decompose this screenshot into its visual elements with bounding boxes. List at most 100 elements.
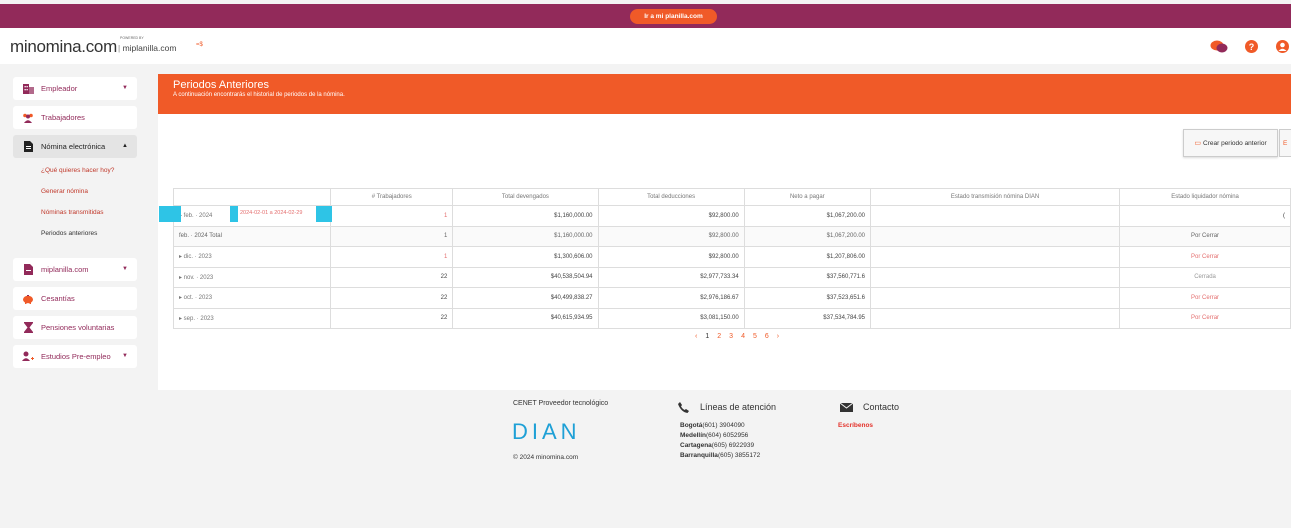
liquidador-status-cell[interactable]: Por Cerrar — [1119, 225, 1291, 247]
dian-logo: DIAN — [512, 420, 581, 442]
devengados-cell: $1,160,000.00 — [452, 205, 599, 227]
support-lines-title: Líneas de atención — [700, 402, 777, 412]
deducciones-cell: $2,977,733.34 — [598, 266, 745, 288]
table-row[interactable]: ▸ dic. · 2023 1 $1,300,606.00 $92,800.00… — [172, 246, 1291, 268]
building-icon — [22, 83, 34, 95]
liquidador-status-cell: ( — [1119, 205, 1291, 227]
table-row[interactable]: ▸ oct. · 2023 22 $40,499,838.27 $2,976,1… — [172, 287, 1291, 309]
export-button[interactable]: E — [1279, 129, 1291, 157]
sidebar-item-label: Nómina electrónica — [41, 142, 106, 151]
submenu-item-generar-nomina[interactable]: Generar nómina — [13, 185, 137, 206]
next-page-button[interactable]: › — [777, 333, 779, 340]
create-previous-period-label: Crear periodo anterior — [1203, 139, 1267, 147]
column-header[interactable]: # Trabajadores — [330, 188, 454, 206]
column-header[interactable]: Neto a pagar — [743, 188, 872, 206]
dian-status-cell — [870, 307, 1121, 329]
devengados-cell: $40,499,838.27 — [452, 287, 599, 309]
neto-cell: $37,534,784.95 — [744, 307, 872, 329]
page-number[interactable]: 2 — [717, 333, 721, 340]
sidebar-item-nomina-electronica[interactable]: Nómina electrónica ▲ — [13, 135, 137, 158]
liquidador-status-cell: Cerrada — [1119, 266, 1291, 288]
sidebar-item-estudios-pre-empleo[interactable]: Estudios Pre-empleo ▼ — [13, 345, 137, 368]
page-number-current[interactable]: 1 — [705, 333, 709, 340]
piggy-bank-icon — [22, 293, 34, 305]
deducciones-cell: $92,800.00 — [598, 225, 745, 247]
deducciones-cell: $92,800.00 — [598, 205, 745, 227]
prev-page-button[interactable]: ‹ — [695, 333, 697, 340]
top-bar: Ir a mi planilla.com — [0, 4, 1291, 28]
sidebar-item-label: Pensiones voluntarias — [41, 323, 115, 332]
period-cell[interactable]: ▸ dic. · 2023 — [172, 246, 332, 268]
go-to-miplanilla-button[interactable]: Ir a mi planilla.com — [630, 9, 717, 24]
person-plus-icon — [22, 351, 34, 363]
devengados-cell: $40,538,504.94 — [452, 266, 599, 288]
sidebar-item-pensiones-voluntarias[interactable]: Pensiones voluntarias — [13, 316, 137, 339]
workers-cell: 22 — [330, 266, 454, 288]
export-label: E — [1283, 139, 1288, 147]
support-line: Barranquilla(605) 3855172 — [680, 452, 761, 459]
period-cell[interactable]: ▸ oct. · 2023 — [172, 287, 332, 309]
submenu-item-periodos-anteriores[interactable]: Periodos anteriores — [13, 227, 137, 248]
submenu-item-nominas-transmitidas[interactable]: Nóminas transmitidas — [13, 206, 137, 227]
dian-status-cell — [870, 205, 1121, 227]
minomina-logo[interactable]: minomina.com — [10, 37, 117, 57]
page-number[interactable]: 4 — [741, 333, 745, 340]
periods-table: # Trabajadores Total devengados Total de… — [172, 188, 1291, 329]
caret-down-icon: ▼ — [122, 85, 128, 91]
svg-text:DIAN: DIAN — [512, 420, 581, 442]
write-us-link[interactable]: Escríbenos — [838, 422, 873, 429]
sidebar-item-label: Cesantías — [41, 294, 75, 303]
page-number[interactable]: 5 — [753, 333, 757, 340]
liquidador-status-cell[interactable]: Por Cerrar — [1119, 307, 1291, 329]
page-subtitle: A continuación encontrarás el historial … — [173, 92, 345, 98]
envelope-icon — [840, 403, 853, 412]
table-row: feb. · 2024 Total 1 $1,160,000.00 $92,80… — [172, 225, 1291, 247]
dian-status-cell — [870, 225, 1121, 247]
sidebar-item-cesantias[interactable]: Cesantías — [13, 287, 137, 310]
liquidador-status-cell[interactable]: Por Cerrar — [1119, 287, 1291, 309]
pagination: ‹ 1 2 3 4 5 6 › — [695, 333, 779, 340]
table-row[interactable]: ▸ feb. · 2024 1 $1,160,000.00 $92,800.00… — [172, 205, 1291, 227]
caret-up-icon: ▲ — [122, 143, 128, 149]
column-header[interactable]: Estado liquidador nómina — [1119, 188, 1291, 206]
page-title: Periodos Anteriores — [173, 79, 269, 91]
sidebar-item-miplanilla[interactable]: miplanilla.com ▼ — [13, 258, 137, 281]
period-date-range: 2024-02-01 a 2024-02-29 — [240, 210, 303, 216]
column-header[interactable]: Total devengados — [452, 188, 599, 206]
page-number[interactable]: 3 — [729, 333, 733, 340]
column-header[interactable]: Total deducciones — [597, 188, 745, 206]
support-line: Bogotá(601) 3904090 — [680, 422, 745, 429]
workers-cell: 1 — [330, 205, 454, 227]
caret-down-icon: ▼ — [122, 266, 128, 272]
powered-by-label: POWERED BY — [120, 36, 144, 40]
user-account-icon[interactable] — [1276, 40, 1289, 53]
sidebar-item-empleador[interactable]: Empleador ▼ — [13, 77, 137, 100]
liquidador-status-cell[interactable]: Por Cerrar — [1119, 246, 1291, 268]
table-row[interactable]: ▸ sep. · 2023 22 $40,615,934.95 $3,081,1… — [172, 307, 1291, 329]
column-header[interactable]: Estado transmisión nómina DIAN — [869, 188, 1121, 206]
selection-highlight — [316, 206, 332, 222]
header: minomina.com POWERED BY | miplanilla.com… — [0, 28, 1291, 64]
phone-icon — [678, 402, 689, 413]
sidebar-item-label: Empleador — [41, 84, 78, 93]
create-previous-period-button[interactable]: ▭ Crear periodo anterior — [1183, 129, 1278, 157]
period-cell[interactable]: ▸ sep. · 2023 — [172, 307, 332, 329]
table-row[interactable]: ▸ nov. · 2023 22 $40,538,504.94 $2,977,7… — [172, 266, 1291, 288]
page-banner: Periodos Anteriores A continuación encon… — [158, 74, 1291, 114]
chat-icon[interactable] — [1210, 40, 1228, 53]
document-icon — [22, 141, 34, 153]
neto-cell: $37,523,651.6 — [744, 287, 872, 309]
calendar-icon: ▭ — [1194, 140, 1202, 147]
sidebar-item-trabajadores[interactable]: Trabajadores — [13, 106, 137, 129]
page-number[interactable]: 6 — [765, 333, 769, 340]
period-cell[interactable]: ▸ nov. · 2023 — [172, 266, 332, 288]
deducciones-cell: $3,081,150.00 — [598, 307, 745, 329]
provider-label: CENET Proveedor tecnológico — [513, 400, 609, 407]
neto-cell: $1,067,200.00 — [744, 225, 872, 247]
support-lines: Bogotá(601) 3904090 Medellín(604) 605295… — [680, 421, 760, 461]
file-icon — [22, 264, 34, 276]
help-icon[interactable]: ? — [1245, 40, 1258, 53]
submenu-item-que-quieres-hacer[interactable]: ¿Qué quieres hacer hoy? — [13, 164, 137, 185]
workers-cell: 22 — [330, 307, 454, 329]
hourglass-icon — [22, 322, 34, 334]
